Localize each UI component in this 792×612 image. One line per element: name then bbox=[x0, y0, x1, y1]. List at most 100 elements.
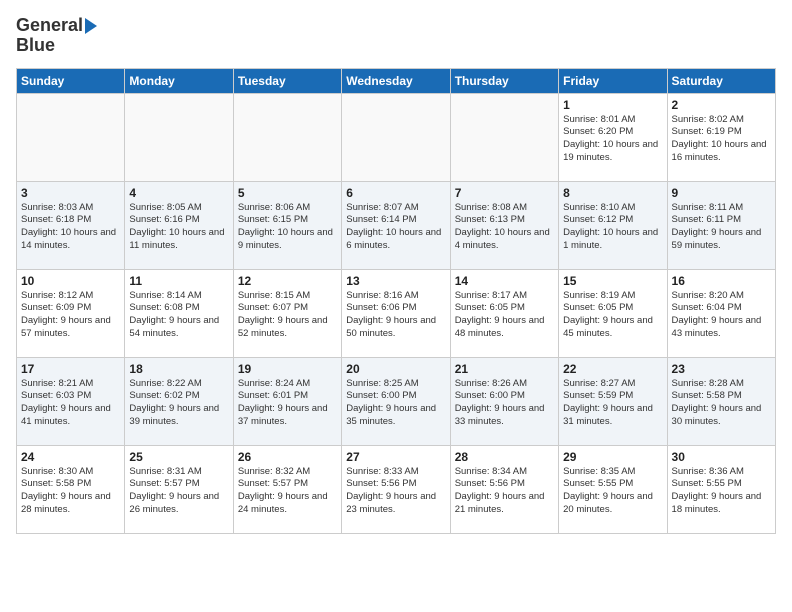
day-cell: 8 Sunrise: 8:10 AM Sunset: 6:12 PM Daylig… bbox=[559, 181, 667, 269]
day-cell bbox=[233, 93, 341, 181]
day-cell: 20 Sunrise: 8:25 AM Sunset: 6:00 PM Dayli… bbox=[342, 357, 450, 445]
weekday-tuesday: Tuesday bbox=[233, 68, 341, 93]
day-cell: 27Sunrise: 8:33 AM Sunset: 5:56 PM Dayli… bbox=[342, 445, 450, 533]
day-number: 25 bbox=[129, 450, 228, 464]
day-info: Sunrise: 8:22 AM Sunset: 6:02 PM Dayligh… bbox=[129, 378, 228, 429]
day-number: 28 bbox=[455, 450, 554, 464]
day-number: 19 bbox=[238, 362, 337, 376]
day-cell: 12Sunrise: 8:15 AM Sunset: 6:07 PM Dayli… bbox=[233, 269, 341, 357]
calendar-table: SundayMondayTuesdayWednesdayThursdayFrid… bbox=[16, 68, 776, 534]
day-cell: 25 Sunrise: 8:31 AM Sunset: 5:57 PM Dayli… bbox=[125, 445, 233, 533]
day-cell: 11Sunrise: 8:14 AM Sunset: 6:08 PM Dayli… bbox=[125, 269, 233, 357]
day-cell: 23 Sunrise: 8:28 AM Sunset: 5:58 PM Dayli… bbox=[667, 357, 775, 445]
day-info: Sunrise: 8:01 AM Sunset: 6:20 PM Dayligh… bbox=[563, 114, 662, 165]
day-number: 16 bbox=[672, 274, 771, 288]
weekday-saturday: Saturday bbox=[667, 68, 775, 93]
day-info: Sunrise: 8:26 AM Sunset: 6:00 PM Dayligh… bbox=[455, 378, 554, 429]
day-cell: 18Sunrise: 8:22 AM Sunset: 6:02 PM Dayli… bbox=[125, 357, 233, 445]
day-cell: 4 Sunrise: 8:05 AM Sunset: 6:16 PM Daylig… bbox=[125, 181, 233, 269]
day-info: Sunrise: 8:21 AM Sunset: 6:03 PM Dayligh… bbox=[21, 378, 120, 429]
weekday-thursday: Thursday bbox=[450, 68, 558, 93]
day-number: 8 bbox=[563, 186, 662, 200]
day-number: 26 bbox=[238, 450, 337, 464]
day-info: Sunrise: 8:10 AM Sunset: 6:12 PM Dayligh… bbox=[563, 202, 662, 253]
day-cell: 9 Sunrise: 8:11 AM Sunset: 6:11 PM Daylig… bbox=[667, 181, 775, 269]
day-cell: 16 Sunrise: 8:20 AM Sunset: 6:04 PM Dayli… bbox=[667, 269, 775, 357]
day-info: Sunrise: 8:17 AM Sunset: 6:05 PM Dayligh… bbox=[455, 290, 554, 341]
weekday-monday: Monday bbox=[125, 68, 233, 93]
day-cell bbox=[342, 93, 450, 181]
day-cell: 1 Sunrise: 8:01 AM Sunset: 6:20 PM Daylig… bbox=[559, 93, 667, 181]
day-cell: 22 Sunrise: 8:27 AM Sunset: 5:59 PM Dayli… bbox=[559, 357, 667, 445]
day-cell: 6Sunrise: 8:07 AM Sunset: 6:14 PM Daylig… bbox=[342, 181, 450, 269]
day-cell: 15Sunrise: 8:19 AM Sunset: 6:05 PM Dayli… bbox=[559, 269, 667, 357]
day-number: 6 bbox=[346, 186, 445, 200]
logo-blue: Blue bbox=[16, 36, 55, 56]
day-info: Sunrise: 8:06 AM Sunset: 6:15 PM Dayligh… bbox=[238, 202, 337, 253]
day-number: 2 bbox=[672, 98, 771, 112]
weekday-header-row: SundayMondayTuesdayWednesdayThursdayFrid… bbox=[17, 68, 776, 93]
day-cell: 24Sunrise: 8:30 AM Sunset: 5:58 PM Dayli… bbox=[17, 445, 125, 533]
day-info: Sunrise: 8:12 AM Sunset: 6:09 PM Dayligh… bbox=[21, 290, 120, 341]
day-cell: 19 Sunrise: 8:24 AM Sunset: 6:01 PM Dayli… bbox=[233, 357, 341, 445]
day-number: 30 bbox=[672, 450, 771, 464]
week-row-4: 17 Sunrise: 8:21 AM Sunset: 6:03 PM Dayli… bbox=[17, 357, 776, 445]
weekday-sunday: Sunday bbox=[17, 68, 125, 93]
day-info: Sunrise: 8:14 AM Sunset: 6:08 PM Dayligh… bbox=[129, 290, 228, 341]
calendar-body: 1 Sunrise: 8:01 AM Sunset: 6:20 PM Daylig… bbox=[17, 93, 776, 533]
day-cell: 14 Sunrise: 8:17 AM Sunset: 6:05 PM Dayli… bbox=[450, 269, 558, 357]
day-cell: 21Sunrise: 8:26 AM Sunset: 6:00 PM Dayli… bbox=[450, 357, 558, 445]
day-number: 3 bbox=[21, 186, 120, 200]
day-number: 9 bbox=[672, 186, 771, 200]
day-info: Sunrise: 8:27 AM Sunset: 5:59 PM Dayligh… bbox=[563, 378, 662, 429]
day-info: Sunrise: 8:11 AM Sunset: 6:11 PM Dayligh… bbox=[672, 202, 771, 253]
day-info: Sunrise: 8:03 AM Sunset: 6:18 PM Dayligh… bbox=[21, 202, 120, 253]
day-info: Sunrise: 8:35 AM Sunset: 5:55 PM Dayligh… bbox=[563, 466, 662, 517]
day-cell: 10 Sunrise: 8:12 AM Sunset: 6:09 PM Dayli… bbox=[17, 269, 125, 357]
day-number: 1 bbox=[563, 98, 662, 112]
day-info: Sunrise: 8:05 AM Sunset: 6:16 PM Dayligh… bbox=[129, 202, 228, 253]
day-info: Sunrise: 8:15 AM Sunset: 6:07 PM Dayligh… bbox=[238, 290, 337, 341]
day-cell bbox=[17, 93, 125, 181]
week-row-1: 1 Sunrise: 8:01 AM Sunset: 6:20 PM Daylig… bbox=[17, 93, 776, 181]
day-number: 23 bbox=[672, 362, 771, 376]
logo-arrow-icon bbox=[85, 18, 97, 34]
day-number: 4 bbox=[129, 186, 228, 200]
day-number: 17 bbox=[21, 362, 120, 376]
page-header: General Blue bbox=[16, 16, 776, 56]
logo: General Blue bbox=[16, 16, 97, 56]
day-number: 24 bbox=[21, 450, 120, 464]
day-cell: 5 Sunrise: 8:06 AM Sunset: 6:15 PM Daylig… bbox=[233, 181, 341, 269]
day-info: Sunrise: 8:19 AM Sunset: 6:05 PM Dayligh… bbox=[563, 290, 662, 341]
day-cell bbox=[125, 93, 233, 181]
day-number: 5 bbox=[238, 186, 337, 200]
week-row-3: 10 Sunrise: 8:12 AM Sunset: 6:09 PM Dayli… bbox=[17, 269, 776, 357]
day-cell: 26 Sunrise: 8:32 AM Sunset: 5:57 PM Dayli… bbox=[233, 445, 341, 533]
day-cell: 29 Sunrise: 8:35 AM Sunset: 5:55 PM Dayli… bbox=[559, 445, 667, 533]
day-info: Sunrise: 8:36 AM Sunset: 5:55 PM Dayligh… bbox=[672, 466, 771, 517]
day-number: 20 bbox=[346, 362, 445, 376]
day-info: Sunrise: 8:32 AM Sunset: 5:57 PM Dayligh… bbox=[238, 466, 337, 517]
day-info: Sunrise: 8:08 AM Sunset: 6:13 PM Dayligh… bbox=[455, 202, 554, 253]
week-row-5: 24Sunrise: 8:30 AM Sunset: 5:58 PM Dayli… bbox=[17, 445, 776, 533]
day-info: Sunrise: 8:24 AM Sunset: 6:01 PM Dayligh… bbox=[238, 378, 337, 429]
day-cell: 13 Sunrise: 8:16 AM Sunset: 6:06 PM Dayli… bbox=[342, 269, 450, 357]
day-info: Sunrise: 8:16 AM Sunset: 6:06 PM Dayligh… bbox=[346, 290, 445, 341]
day-number: 13 bbox=[346, 274, 445, 288]
day-number: 29 bbox=[563, 450, 662, 464]
day-info: Sunrise: 8:31 AM Sunset: 5:57 PM Dayligh… bbox=[129, 466, 228, 517]
day-info: Sunrise: 8:33 AM Sunset: 5:56 PM Dayligh… bbox=[346, 466, 445, 517]
weekday-friday: Friday bbox=[559, 68, 667, 93]
day-number: 10 bbox=[21, 274, 120, 288]
day-info: Sunrise: 8:25 AM Sunset: 6:00 PM Dayligh… bbox=[346, 378, 445, 429]
day-cell: 3 Sunrise: 8:03 AM Sunset: 6:18 PM Daylig… bbox=[17, 181, 125, 269]
day-info: Sunrise: 8:20 AM Sunset: 6:04 PM Dayligh… bbox=[672, 290, 771, 341]
logo-general: General bbox=[16, 15, 83, 35]
day-info: Sunrise: 8:34 AM Sunset: 5:56 PM Dayligh… bbox=[455, 466, 554, 517]
day-cell: 2Sunrise: 8:02 AM Sunset: 6:19 PM Daylig… bbox=[667, 93, 775, 181]
day-cell: 7 Sunrise: 8:08 AM Sunset: 6:13 PM Daylig… bbox=[450, 181, 558, 269]
day-number: 7 bbox=[455, 186, 554, 200]
day-number: 14 bbox=[455, 274, 554, 288]
day-number: 22 bbox=[563, 362, 662, 376]
day-info: Sunrise: 8:28 AM Sunset: 5:58 PM Dayligh… bbox=[672, 378, 771, 429]
